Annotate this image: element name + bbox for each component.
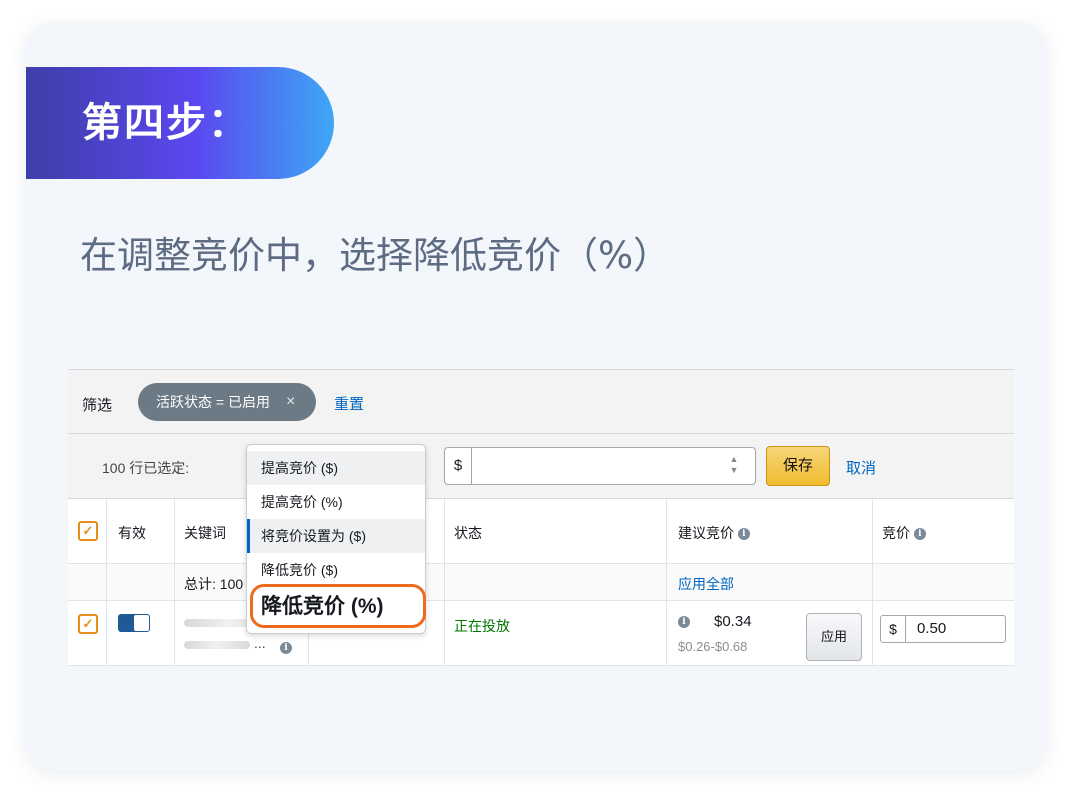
- blurred-keyword: [184, 641, 250, 649]
- info-icon[interactable]: i: [678, 616, 690, 628]
- bulk-amount-input[interactable]: $ ▲ ▼: [444, 447, 756, 485]
- close-icon[interactable]: ×: [286, 383, 295, 421]
- highlight-ring: [250, 584, 426, 628]
- spinner-icon[interactable]: ▲ ▼: [727, 454, 741, 478]
- select-all-checkbox[interactable]: ✓: [78, 521, 98, 541]
- cancel-link[interactable]: 取消: [846, 457, 876, 478]
- header-status: 状态: [454, 525, 482, 541]
- dropdown-option-decrease-amount[interactable]: 降低竞价 ($): [247, 553, 425, 587]
- apply-button[interactable]: 应用: [806, 613, 862, 661]
- active-toggle[interactable]: [118, 614, 150, 632]
- filter-bar: 筛选 活跃状态 = 已启用 × 重置: [68, 370, 1014, 434]
- step-banner: 第四步：: [26, 67, 334, 179]
- keyword-ellipsis: ...: [254, 635, 266, 651]
- bid-input[interactable]: $ 0.50: [880, 615, 1006, 643]
- dropdown-option-set-bid[interactable]: 将竞价设置为 ($): [247, 519, 425, 553]
- apply-all-link[interactable]: 应用全部: [678, 574, 734, 594]
- filter-label: 筛选: [82, 397, 113, 414]
- instruction-subtitle: 在调整竞价中，选择降低竞价（%）: [80, 234, 671, 277]
- header-suggested-bid-label: 建议竞价: [678, 525, 734, 541]
- info-icon[interactable]: i: [280, 642, 292, 654]
- header-active: 有效: [118, 525, 146, 541]
- filter-chip[interactable]: 活跃状态 = 已启用 ×: [138, 383, 316, 421]
- bulk-action-bar: 100 行已选定: $ ▲ ▼ 保存 取消: [68, 434, 1014, 499]
- suggested-bid-range: $0.26-$0.68: [678, 639, 748, 654]
- save-button[interactable]: 保存: [766, 446, 830, 486]
- column-divider: [444, 499, 445, 666]
- column-divider: [666, 499, 667, 666]
- row-checkbox[interactable]: ✓: [78, 614, 98, 634]
- column-divider: [174, 499, 175, 666]
- column-divider: [872, 499, 873, 666]
- currency-prefix: $: [881, 616, 906, 642]
- currency-prefix: $: [445, 448, 472, 484]
- dropdown-option-increase-amount[interactable]: 提高竞价 ($): [247, 451, 425, 485]
- filter-chip-label: 活跃状态 = 已启用: [156, 394, 270, 410]
- step-title: 第四步：: [82, 100, 250, 146]
- header-keyword: 关键词: [184, 525, 226, 541]
- bid-value: 0.50: [917, 620, 947, 637]
- ads-console-screenshot: 筛选 活跃状态 = 已启用 × 重置 100 行已选定: $ ▲ ▼ 保存 取消 …: [68, 369, 1014, 666]
- column-divider: [106, 499, 107, 666]
- header-suggested-bid: 建议竞价 i: [678, 523, 750, 543]
- reset-link[interactable]: 重置: [334, 393, 364, 414]
- info-icon[interactable]: i: [913, 528, 926, 541]
- suggested-bid-value: $0.34: [714, 613, 752, 630]
- summary-total: 总计: 100: [184, 576, 244, 592]
- toggle-knob: [134, 615, 149, 631]
- header-bid: 竞价 i: [882, 523, 926, 543]
- header-bid-label: 竞价: [882, 525, 910, 541]
- dropdown-option-increase-percent[interactable]: 提高竞价 (%): [247, 485, 425, 519]
- status-text: 正在投放: [454, 618, 510, 634]
- selected-count: 100 行已选定:: [102, 460, 190, 476]
- info-icon[interactable]: i: [737, 528, 750, 541]
